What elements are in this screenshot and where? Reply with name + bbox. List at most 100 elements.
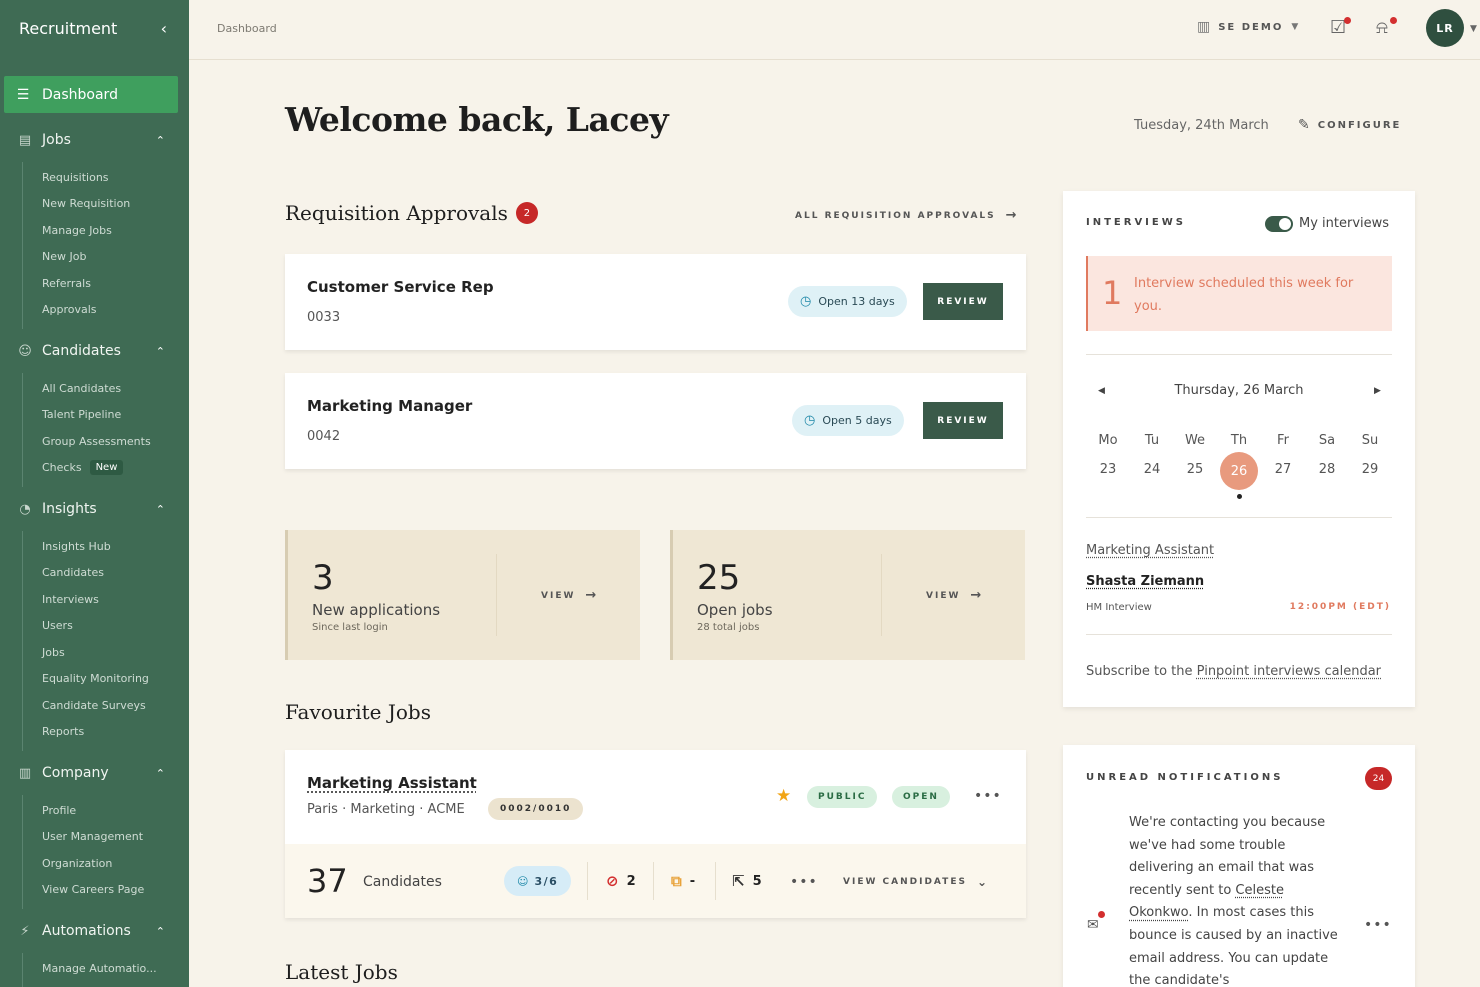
moved-count: 5 — [752, 873, 762, 889]
view-candidates-button[interactable]: VIEW CANDIDATES ⌄ — [843, 875, 987, 889]
sidebar-submenu-company: Profile User Management Organization Vie… — [22, 795, 189, 909]
requisition-title[interactable]: Marketing Manager — [307, 397, 472, 415]
sidebar-item-all-candidates[interactable]: All Candidates — [42, 375, 189, 402]
calendar-day[interactable]: 25 — [1176, 462, 1214, 477]
sidebar-group-insights[interactable]: ◔ Insights ⌃ — [0, 487, 189, 531]
my-interviews-toggle[interactable] — [1265, 216, 1293, 232]
sidebar-item-checks[interactable]: Checks New — [42, 455, 189, 482]
pending-stat[interactable]: ⧉ - — [671, 872, 695, 890]
requisition-card[interactable]: Customer Service Rep 0033 ◷ Open 13 days… — [285, 254, 1026, 350]
requisition-number: 0033 — [307, 310, 341, 325]
chevron-left-icon[interactable]: ‹ — [161, 19, 167, 38]
rejected-stat[interactable]: ⊘ 2 — [606, 872, 636, 890]
ban-icon: ⊘ — [606, 872, 619, 890]
sidebar-group-candidates[interactable]: ☺ Candidates ⌃ — [0, 329, 189, 373]
open-duration-label: Open 13 days — [818, 295, 895, 308]
bell-alert-dot — [1390, 17, 1397, 24]
interview-job-link[interactable]: Marketing Assistant — [1086, 543, 1214, 558]
sidebar-item-insights-candidates[interactable]: Candidates — [42, 560, 189, 587]
moved-stat[interactable]: ⇱ 5 — [732, 872, 762, 890]
sidebar-item-approvals[interactable]: Approvals — [42, 297, 189, 324]
avatar[interactable]: LR — [1426, 9, 1464, 47]
more-options-icon[interactable]: ••• — [1364, 917, 1392, 933]
caret-down-icon[interactable]: ▼ — [1470, 24, 1477, 34]
sidebar-item-talent-pipeline[interactable]: Talent Pipeline — [42, 402, 189, 429]
sidebar-item-insights-jobs[interactable]: Jobs — [42, 639, 189, 666]
calendar-day[interactable]: 29 — [1351, 462, 1389, 477]
toggle-knob — [1279, 218, 1291, 230]
sidebar-item-reports[interactable]: Reports — [42, 719, 189, 746]
view-link[interactable]: VIEW → — [926, 588, 981, 603]
candidate-label: Candidates — [363, 874, 442, 890]
all-requisition-approvals-link[interactable]: ALL REQUISITION APPROVALS → — [795, 208, 1017, 223]
chevron-up-icon[interactable]: ⌃ — [156, 925, 165, 938]
sidebar-item-insights-hub[interactable]: Insights Hub — [42, 533, 189, 560]
view-link[interactable]: VIEW → — [541, 588, 596, 603]
sidebar-item-manage-jobs[interactable]: Manage Jobs — [42, 217, 189, 244]
users-icon: ☺ — [18, 343, 32, 359]
stat-card-new-applications[interactable]: 3 New applications Since last login VIEW… — [285, 530, 640, 660]
breadcrumb[interactable]: Dashboard — [217, 22, 277, 35]
sidebar-item-candidate-surveys[interactable]: Candidate Surveys — [42, 692, 189, 719]
calendar-day[interactable]: 24 — [1133, 462, 1171, 477]
sidebar-item-organization[interactable]: Organization — [42, 850, 189, 877]
more-options-icon[interactable]: ••• — [790, 874, 818, 890]
sidebar-item-profile[interactable]: Profile — [42, 797, 189, 824]
sidebar-item-group-assessments[interactable]: Group Assessments — [42, 428, 189, 455]
calendar-subscribe-link[interactable]: Pinpoint interviews calendar — [1197, 664, 1381, 679]
notification-text-start: We're contacting you because we've had s… — [1129, 815, 1326, 898]
review-button[interactable]: REVIEW — [923, 283, 1003, 320]
sidebar-group-automations[interactable]: ⚡ Automations ⌃ — [0, 909, 189, 953]
sidebar-item-insights-users[interactable]: Users — [42, 613, 189, 640]
users-icon: ☺ — [517, 874, 529, 888]
sidebar-item-referrals[interactable]: Referrals — [42, 270, 189, 297]
sidebar-group-jobs[interactable]: ▤ Jobs ⌃ — [0, 118, 189, 162]
pending-count: - — [689, 873, 696, 889]
calendar-day[interactable]: 27 — [1264, 462, 1302, 477]
chevron-up-icon[interactable]: ⌃ — [156, 503, 165, 516]
job-title-link[interactable]: Marketing Assistant — [307, 774, 477, 792]
sidebar-item-new-requisition[interactable]: New Requisition — [42, 191, 189, 218]
calendar-day-selected[interactable]: 26 — [1220, 452, 1258, 490]
chevron-up-icon[interactable]: ⌃ — [156, 767, 165, 780]
sidebar-item-new-job[interactable]: New Job — [42, 244, 189, 271]
review-button[interactable]: REVIEW — [923, 402, 1003, 439]
sidebar-item-insights-interviews[interactable]: Interviews — [42, 586, 189, 613]
chevron-up-icon[interactable]: ⌃ — [156, 345, 165, 358]
sidebar-item-equality-monitoring[interactable]: Equality Monitoring — [42, 666, 189, 693]
next-week-icon[interactable]: ▶ — [1374, 386, 1381, 396]
building-icon: ▥ — [1197, 19, 1211, 35]
calendar-day[interactable]: 28 — [1308, 462, 1346, 477]
interview-candidate-link[interactable]: Shasta Ziemann — [1086, 574, 1204, 589]
job-candidate-stats: 37 Candidates ☺ 3/6 ⊘ 2 ⧉ - ⇱ 5 ••• VIEW… — [285, 844, 1026, 918]
sidebar-item-requisitions[interactable]: Requisitions — [42, 164, 189, 191]
candidate-ratio-badge[interactable]: ☺ 3/6 — [504, 866, 572, 896]
sidebar-item-manage-automations[interactable]: Manage Automatio... — [42, 955, 189, 982]
org-switcher[interactable]: ▥ SE DEMO ▼ — [1197, 19, 1298, 35]
more-options-icon[interactable]: ••• — [974, 788, 1002, 804]
sidebar-item-dashboard[interactable]: ☰ Dashboard — [4, 76, 178, 113]
requisition-card[interactable]: Marketing Manager 0042 ◷ Open 5 days REV… — [285, 373, 1026, 469]
arrow-right-icon: → — [1005, 208, 1017, 223]
app-title: Recruitment — [19, 18, 118, 38]
divider — [496, 554, 497, 636]
stat-card-open-jobs[interactable]: 25 Open jobs 28 total jobs VIEW → — [670, 530, 1025, 660]
building-icon: ▥ — [18, 765, 32, 781]
sidebar-item-view-careers-page[interactable]: View Careers Page — [42, 877, 189, 904]
job-code-badge: 0002/0010 — [488, 798, 584, 820]
configure-button[interactable]: ✎ CONFIGURE — [1298, 117, 1401, 133]
view-candidates-label: VIEW CANDIDATES — [843, 877, 967, 887]
edit-icon: ✎ — [1298, 117, 1310, 133]
bell-icon[interactable]: ⍾ — [1376, 17, 1388, 38]
sidebar-group-company[interactable]: ▥ Company ⌃ — [0, 751, 189, 795]
sidebar-item-user-management[interactable]: User Management — [42, 824, 189, 851]
subscribe-text: Subscribe to the Pinpoint interviews cal… — [1086, 664, 1381, 679]
open-duration-label: Open 5 days — [822, 414, 892, 427]
calendar-day[interactable]: 23 — [1089, 462, 1127, 477]
sidebar: Recruitment ‹ ☰ Dashboard ▤ Jobs ⌃ Requis… — [0, 0, 189, 987]
chevron-up-icon[interactable]: ⌃ — [156, 134, 165, 147]
requisition-title[interactable]: Customer Service Rep — [307, 278, 494, 296]
sidebar-submenu-candidates: All Candidates Talent Pipeline Group Ass… — [22, 373, 189, 487]
star-icon[interactable]: ★ — [776, 786, 791, 806]
divider — [1086, 354, 1392, 355]
